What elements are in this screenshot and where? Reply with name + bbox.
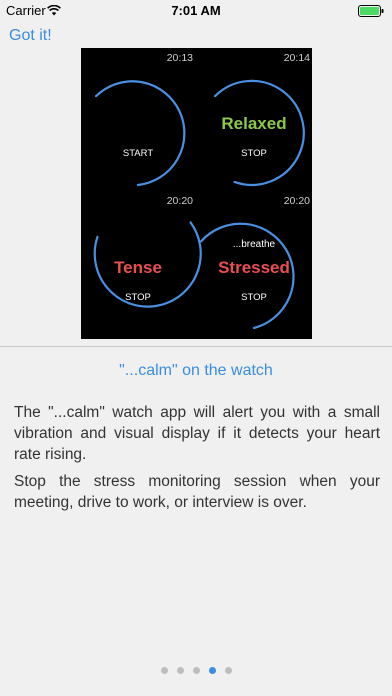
divider <box>0 346 392 347</box>
face4-overline: ...breathe <box>233 239 276 250</box>
page-dot[interactable] <box>192 667 200 674</box>
watch-faces-illustration: 20:13 START 20:14 Relaxed STOP 20:20 Ten… <box>93 52 310 330</box>
face2-title: Relaxed <box>221 114 286 133</box>
status-time: 7:01 AM <box>171 3 221 18</box>
watch-preview-image: 20:13 START 20:14 Relaxed STOP 20:20 Ten… <box>81 48 312 339</box>
got-it-button[interactable]: Got it! <box>9 27 52 45</box>
face4-action: STOP <box>241 292 267 303</box>
face2-time: 20:14 <box>284 52 310 64</box>
battery-icon <box>358 5 384 17</box>
description-paragraph-1: The "...calm" watch app will alert you w… <box>14 404 380 463</box>
page-dot-active[interactable] <box>208 667 216 674</box>
face1-action: START <box>123 148 153 159</box>
face3-action: STOP <box>125 292 151 303</box>
page-dot[interactable] <box>224 667 232 674</box>
page-dot[interactable] <box>160 667 168 674</box>
face4-title: Stressed <box>218 258 290 277</box>
page-dot[interactable] <box>176 667 184 674</box>
face1-time: 20:13 <box>167 52 193 64</box>
face3-time: 20:20 <box>167 195 193 207</box>
description-paragraph-2: Stop the stress monitoring session when … <box>14 473 380 511</box>
face1-ring <box>94 80 186 187</box>
page-indicator <box>0 667 392 677</box>
status-bar: Carrier 7:01 AM <box>0 0 392 22</box>
face4-time: 20:20 <box>284 195 310 207</box>
face3-title: Tense <box>114 258 162 277</box>
section-title: "...calm" on the watch <box>119 362 273 379</box>
face2-action: STOP <box>241 148 267 159</box>
